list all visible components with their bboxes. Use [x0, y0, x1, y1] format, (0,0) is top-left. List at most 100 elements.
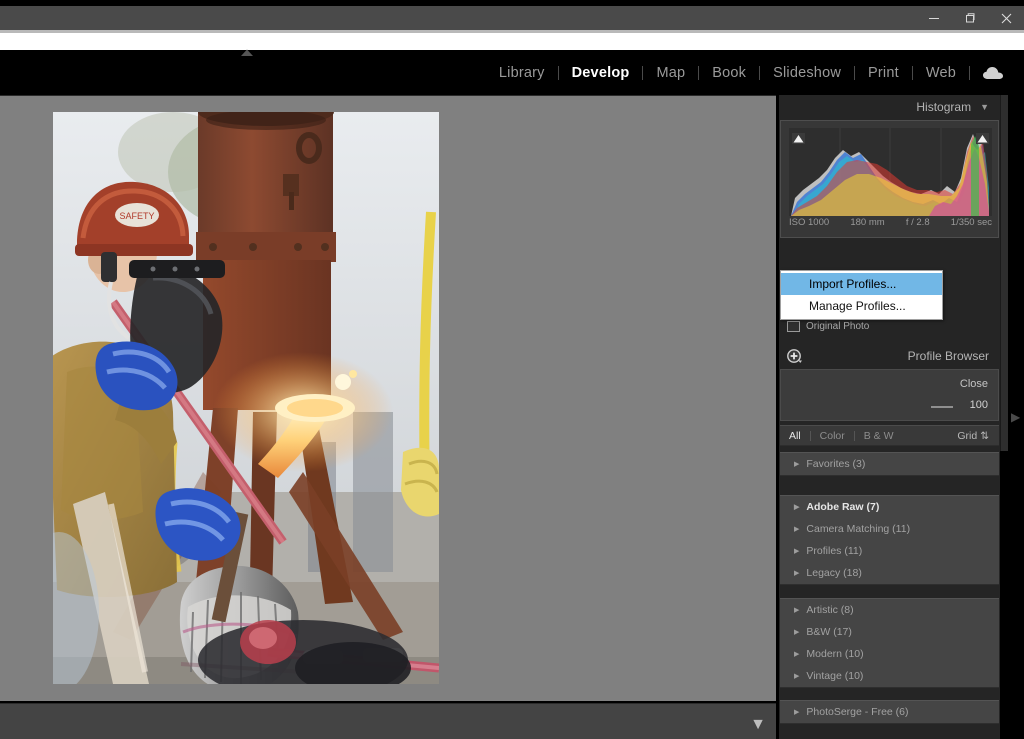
triangle-right-icon: ▶ — [794, 708, 799, 716]
minimize-button[interactable] — [916, 6, 952, 30]
profile-group-label: B&W (17) — [806, 626, 852, 638]
cloud-sync-button[interactable] — [970, 66, 1010, 80]
profile-amount-row: Close 100 — [781, 370, 998, 420]
right-panel: Histogram ▼ — [779, 95, 1000, 739]
module-library[interactable]: Library — [486, 65, 558, 81]
shadow-clipping-indicator[interactable] — [792, 131, 805, 142]
exif-shutter-speed: 1/350 sec — [951, 217, 992, 228]
triangle-right-icon: ▶ — [794, 525, 799, 533]
top-panel-collapse-arrow[interactable] — [239, 44, 255, 53]
module-map[interactable]: Map — [643, 65, 698, 81]
original-photo-toggle[interactable]: Original Photo — [787, 321, 869, 332]
exif-focal-length: 180 mm — [850, 217, 884, 228]
histogram-panel[interactable]: ISO 1000 180 mm f / 2.8 1/350 sec — [780, 120, 999, 238]
triangle-right-icon: ▶ — [794, 503, 799, 511]
white-separator-bar — [0, 33, 1024, 50]
profile-group-artistic[interactable]: ▶ Artistic (8) — [780, 599, 999, 621]
amount-value[interactable]: 100 — [970, 399, 988, 411]
profile-group-profiles[interactable]: ▶ Profiles (11) — [780, 540, 999, 562]
profile-group-vintage[interactable]: ▶ Vintage (10) — [780, 665, 999, 687]
close-button[interactable] — [988, 6, 1024, 30]
profile-browser-body: Close 100 — [780, 369, 999, 421]
module-print[interactable]: Print — [855, 65, 912, 81]
develop-toolbar[interactable]: ▼ — [0, 703, 776, 739]
profile-context-menu: Import Profiles... Manage Profiles... — [780, 270, 943, 320]
highlight-clipping-indicator[interactable] — [976, 131, 989, 142]
develop-photo[interactable]: SAFETY — [53, 112, 439, 684]
amount-slider[interactable] — [931, 406, 953, 408]
chevron-up-icon — [239, 48, 255, 57]
profile-group-label: Camera Matching (11) — [806, 523, 910, 535]
foundry-photo-illustration: SAFETY — [53, 112, 439, 684]
filter-color[interactable]: Color — [811, 430, 854, 442]
profile-group-block-creative: ▶ Artistic (8) ▶ B&W (17) ▶ Modern (10) … — [780, 598, 999, 688]
image-canvas[interactable]: SAFETY — [0, 95, 776, 701]
profile-browser-title: Profile Browser — [908, 349, 989, 363]
triangle-right-icon: ▶ — [794, 672, 799, 680]
profile-group-label: Modern (10) — [806, 648, 863, 660]
profile-group-adobe-raw[interactable]: ▶ Adobe Raw (7) — [780, 496, 999, 518]
original-photo-label: Original Photo — [806, 321, 869, 332]
sort-updown-icon: ⇅ — [980, 430, 989, 442]
exif-aperture: f / 2.8 — [906, 217, 930, 228]
minimize-icon — [928, 12, 940, 24]
triangle-right-icon: ▶ — [794, 569, 799, 577]
maximize-icon — [964, 12, 976, 24]
exif-info-row: ISO 1000 180 mm f / 2.8 1/350 sec — [789, 217, 992, 228]
profile-group-label: Vintage (10) — [806, 670, 863, 682]
toolbar-expand-button[interactable]: ▼ — [750, 716, 766, 734]
triangle-right-icon: ▶ — [794, 606, 799, 614]
module-develop[interactable]: Develop — [559, 65, 643, 81]
histogram-plot — [789, 128, 992, 216]
profile-group-photoserge-free[interactable]: ▶ PhotoSerge - Free (6) — [780, 701, 999, 723]
profile-group-label: Favorites (3) — [806, 458, 865, 470]
profile-group-legacy[interactable]: ▶ Legacy (18) — [780, 562, 999, 584]
view-mode-label: Grid — [957, 430, 977, 442]
module-web[interactable]: Web — [913, 65, 969, 81]
profile-group-block-adobe: ▶ Adobe Raw (7) ▶ Camera Matching (11) ▶… — [780, 495, 999, 585]
profile-filter-row: All Color B & W Grid ⇅ — [780, 425, 999, 446]
triangle-up-icon — [976, 133, 989, 144]
histogram-graph[interactable] — [789, 128, 992, 216]
svg-text:SAFETY: SAFETY — [119, 211, 154, 221]
right-panel-expand-arrow[interactable]: ▶ — [1011, 410, 1020, 424]
plus-circle-icon — [787, 349, 804, 365]
module-book[interactable]: Book — [699, 65, 759, 81]
profile-group-favorites[interactable]: ▶ Favorites (3) — [780, 453, 999, 475]
module-slideshow[interactable]: Slideshow — [760, 65, 854, 81]
menu-item-manage-profiles[interactable]: Manage Profiles... — [781, 295, 942, 317]
triangle-right-icon: ▶ — [794, 547, 799, 555]
profile-browser-header: Profile Browser — [779, 347, 1000, 367]
module-picker: Library Develop Map Book Slideshow Print… — [486, 50, 1010, 95]
menu-item-import-profiles[interactable]: Import Profiles... — [781, 273, 942, 295]
profile-group-label: Legacy (18) — [806, 567, 861, 579]
filter-bw[interactable]: B & W — [855, 430, 903, 442]
os-title-bar — [0, 6, 1024, 30]
view-mode-selector[interactable]: Grid ⇅ — [957, 430, 999, 442]
close-profile-browser-button[interactable]: Close — [960, 378, 988, 390]
histogram-panel-header[interactable]: Histogram ▼ — [779, 95, 1000, 118]
triangle-right-icon: ▶ — [794, 460, 799, 468]
triangle-right-icon: ▶ — [794, 628, 799, 636]
close-icon — [1000, 12, 1013, 25]
right-panel-scrollbar[interactable] — [1000, 95, 1008, 451]
profile-group-camera-matching[interactable]: ▶ Camera Matching (11) — [780, 518, 999, 540]
triangle-up-icon — [792, 133, 805, 144]
profile-group-block-favorites: ▶ Favorites (3) — [780, 452, 999, 476]
profile-group-block-thirdparty: ▶ PhotoSerge - Free (6) — [780, 700, 999, 724]
exif-iso: ISO 1000 — [789, 217, 829, 228]
profile-group-label: Artistic (8) — [806, 604, 853, 616]
original-photo-icon — [787, 321, 800, 332]
profile-group-label: Adobe Raw (7) — [806, 501, 879, 513]
profile-group-label: Profiles (11) — [806, 545, 862, 557]
profile-group-bw[interactable]: ▶ B&W (17) — [780, 621, 999, 643]
cloud-icon — [982, 66, 1006, 80]
filter-all[interactable]: All — [780, 430, 810, 442]
profile-group-modern[interactable]: ▶ Modern (10) — [780, 643, 999, 665]
triangle-right-icon: ▶ — [794, 650, 799, 658]
maximize-button[interactable] — [952, 6, 988, 30]
lightroom-develop-window: Library Develop Map Book Slideshow Print… — [0, 0, 1024, 739]
add-profile-button[interactable] — [787, 349, 804, 365]
profile-group-label: PhotoSerge - Free (6) — [806, 706, 908, 718]
chevron-down-icon[interactable]: ▼ — [980, 102, 989, 112]
